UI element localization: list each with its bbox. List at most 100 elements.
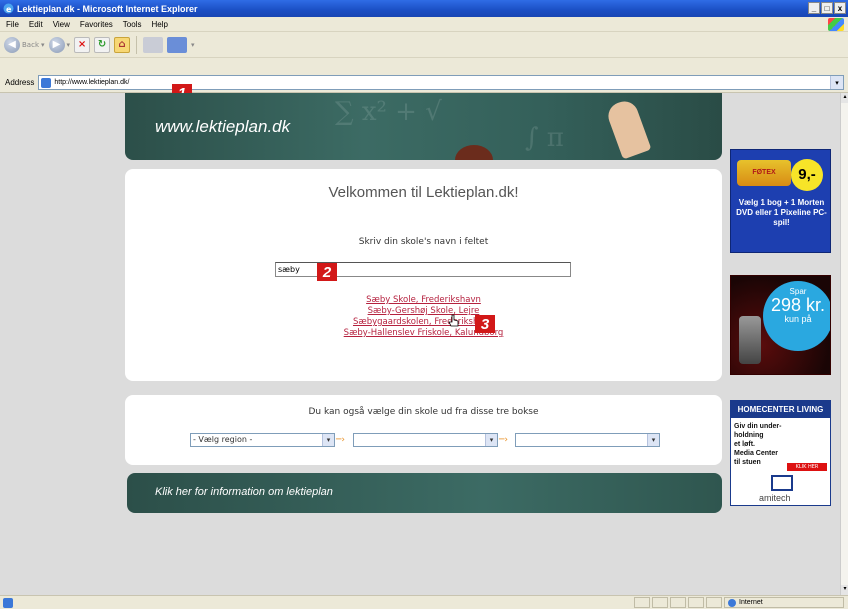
screen-icon: [771, 475, 793, 491]
scroll-up-icon[interactable]: ▴: [841, 93, 848, 103]
menu-tools[interactable]: Tools: [123, 20, 142, 29]
site-logo[interactable]: www.lektieplan.dk: [155, 117, 290, 137]
school-select[interactable]: ▾: [515, 433, 660, 447]
raised-hand: [604, 97, 652, 160]
municipality-select[interactable]: ▾: [353, 433, 498, 447]
address-dropdown-icon[interactable]: ▾: [830, 76, 843, 89]
step-marker-2: 2: [317, 263, 337, 281]
svg-text:e: e: [6, 5, 12, 14]
back-arrow-icon: ◀: [4, 36, 20, 53]
ad-savings-badge: Spar 298 kr. kun på: [763, 281, 830, 351]
back-button[interactable]: ◀ Back ▾: [4, 36, 45, 54]
menu-help[interactable]: Help: [151, 20, 167, 29]
media-icon[interactable]: [167, 36, 188, 53]
suggestion-item[interactable]: Sæby-Gershøj Skole, Lejre: [125, 306, 722, 317]
zone-label: Internet: [739, 599, 763, 606]
maximize-button[interactable]: □: [821, 2, 833, 14]
region-select[interactable]: - Vælg region - ▾: [190, 433, 335, 447]
back-dropdown-icon[interactable]: ▾: [41, 41, 45, 49]
address-input[interactable]: http://www.lektieplan.dk/ ▾: [38, 75, 844, 90]
status-cell: [706, 597, 722, 608]
ad-banner-phone[interactable]: Spar 298 kr. kun på: [730, 275, 831, 375]
school-search-panel: Velkommen til Lektieplan.dk! Skriv din s…: [125, 169, 722, 381]
menu-bar: File Edit View Favorites Tools Help: [0, 17, 848, 32]
suggestion-item[interactable]: Sæby Skole, Frederikshavn: [125, 295, 722, 306]
address-bar: Address http://www.lektieplan.dk/ ▾: [0, 73, 848, 93]
search-instruction: Skriv din skole's navn i feltet: [358, 237, 489, 247]
status-cell: [634, 597, 650, 608]
hand-cursor-icon: [448, 314, 459, 327]
status-cell: [652, 597, 668, 608]
chevron-down-icon[interactable]: ▾: [322, 434, 334, 446]
step-marker-3: 3: [475, 315, 495, 333]
suggestion-list: Sæby Skole, Frederikshavn Sæby-Gershøj S…: [125, 295, 722, 339]
toolbar-dropdown-icon[interactable]: ▾: [191, 36, 195, 54]
minimize-button[interactable]: _: [808, 2, 820, 14]
ad-title: HOMECENTER LIVING: [731, 401, 830, 418]
home-icon[interactable]: ⌂: [114, 36, 131, 53]
address-label: Address: [5, 78, 35, 87]
status-bar: Internet: [0, 595, 848, 609]
search-icon[interactable]: [143, 36, 164, 53]
toolbar-separator: [136, 35, 138, 54]
welcome-heading: Velkommen til Lektieplan.dk!: [328, 184, 519, 201]
chalkboard-decoration: ∑ x² + √: [335, 97, 442, 127]
suggestion-item[interactable]: Sæby-Hallenslev Friskole, Kalundborg: [125, 328, 722, 339]
chevron-down-icon[interactable]: ▾: [647, 434, 659, 446]
ad-text-line: til stuen: [734, 459, 761, 466]
address-url: http://www.lektieplan.dk/: [54, 79, 130, 86]
ad-price-badge: 9,-: [791, 159, 823, 191]
ad-text-line: et løft.: [734, 441, 755, 448]
page-status-icon: [3, 598, 13, 608]
forward-dropdown-icon[interactable]: ▾: [67, 41, 71, 49]
phone-image: [739, 316, 761, 364]
status-cell: [688, 597, 704, 608]
ad-text: Giv din under- holdning et løft. Media C…: [734, 422, 781, 467]
ad-text-line: Giv din under-: [734, 423, 782, 430]
ad-text: Vælg 1 bog + 1 Morten DVD eller 1 Pixeli…: [736, 198, 827, 227]
forward-arrow-icon: ▶: [48, 36, 65, 53]
page-icon: [41, 77, 52, 88]
region-select-value: - Vælg region -: [193, 435, 253, 444]
menu-file[interactable]: File: [6, 20, 19, 29]
ad-text-line: holdning: [734, 432, 764, 439]
arrow-right-icon: ─›: [336, 435, 346, 445]
refresh-icon[interactable]: ↻: [94, 36, 111, 53]
info-banner-text: Klik her for information om lektieplan: [155, 486, 333, 498]
security-zone: Internet: [724, 597, 844, 608]
window-title: Lektieplan.dk - Microsoft Internet Explo…: [17, 3, 198, 14]
menu-edit[interactable]: Edit: [29, 20, 43, 29]
close-button[interactable]: x: [834, 2, 846, 14]
ad-banner-fotex[interactable]: FØTEX 9,- Vælg 1 bog + 1 Morten DVD elle…: [730, 149, 831, 253]
ad-cta-button[interactable]: KLIK HER: [787, 463, 827, 471]
arrow-right-icon: ─›: [499, 435, 509, 445]
chalkboard-decoration: ∫ π: [525, 123, 564, 153]
page-viewport: ∑ x² + √ ∫ π www.lektieplan.dk Velkommen…: [0, 93, 840, 595]
student-figure: [455, 145, 493, 160]
toolbar: ◀ Back ▾ ▶ ▾ × ↻ ⌂ ▾: [0, 32, 848, 58]
chevron-down-icon[interactable]: ▾: [485, 434, 497, 446]
windows-logo-icon: [828, 18, 844, 31]
status-cell: [670, 597, 686, 608]
ad-brand-logo: FØTEX: [737, 160, 791, 186]
info-banner[interactable]: Klik her for information om lektieplan: [127, 473, 722, 513]
vertical-scrollbar[interactable]: ▴ ▾: [840, 93, 848, 595]
menu-favorites[interactable]: Favorites: [80, 20, 113, 29]
forward-button[interactable]: ▶ ▾: [48, 36, 71, 54]
title-bar: e Lektieplan.dk - Microsoft Internet Exp…: [0, 0, 848, 17]
suggestion-item[interactable]: Sæbygaardskolen, Frederikshavn: [125, 317, 722, 328]
ad-text-line: Media Center: [734, 450, 778, 457]
stop-icon[interactable]: ×: [74, 36, 91, 53]
header-banner: ∑ x² + √ ∫ π www.lektieplan.dk: [125, 93, 722, 160]
scroll-down-icon[interactable]: ▾: [841, 585, 848, 595]
menu-view[interactable]: View: [53, 20, 70, 29]
back-label: Back: [22, 40, 39, 49]
ad-text: kun på: [784, 314, 812, 324]
select-instruction: Du kan også vælge din skole ud fra disse…: [308, 407, 539, 417]
ad-text: 298 kr.: [770, 295, 826, 315]
school-select-panel: Du kan også vælge din skole ud fra disse…: [125, 395, 722, 465]
ad-brand: amitech: [759, 493, 791, 503]
ie-icon: e: [3, 3, 14, 14]
globe-icon: [728, 599, 736, 607]
ad-banner-homecenter[interactable]: HOMECENTER LIVING Giv din under- holdnin…: [730, 400, 831, 506]
